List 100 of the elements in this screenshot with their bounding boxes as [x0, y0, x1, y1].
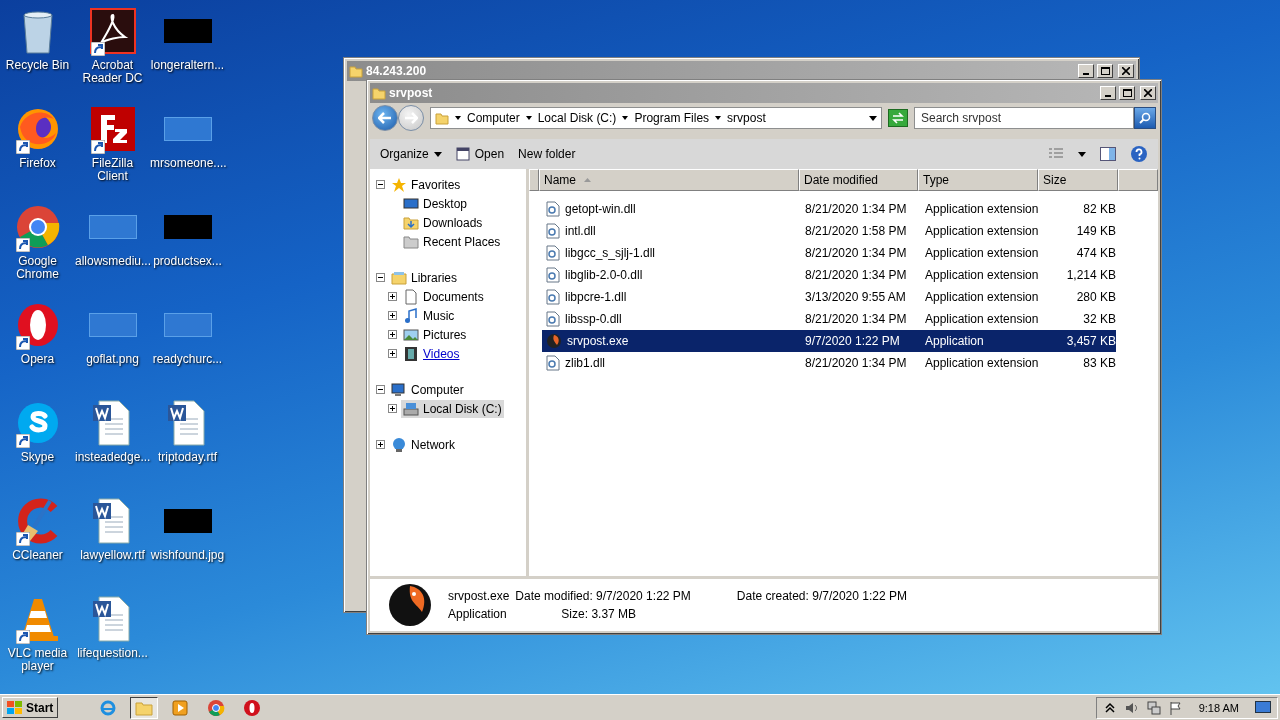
- search-field[interactable]: Search srvpost: [914, 107, 1134, 129]
- desktop-icon-label[interactable]: triptoday.rtf: [150, 451, 225, 464]
- expand-icon[interactable]: [388, 330, 397, 339]
- address-bar[interactable]: Computer Local Disk (C:) Program Files srvpost: [430, 107, 882, 129]
- music-note-icon: [403, 307, 419, 324]
- desktop-icon-label[interactable]: readychurc...: [150, 353, 225, 366]
- desktop-icon-label[interactable]: mrsomeone....: [150, 157, 225, 170]
- flag-icon[interactable]: [1168, 700, 1183, 715]
- file-type: Application: [448, 607, 508, 621]
- nav-item[interactable]: Computer: [389, 380, 466, 399]
- thumbnail-image: [88, 313, 137, 337]
- maximize-button[interactable]: [1119, 86, 1135, 100]
- forward-button[interactable]: [398, 105, 424, 131]
- expand-icon[interactable]: [388, 311, 397, 320]
- nav-item[interactable]: Favorites: [389, 175, 463, 194]
- network-icon[interactable]: [1146, 700, 1161, 715]
- file-row[interactable]: libpcre-1.dll 3/13/2020 9:55 AM Application extension 280 KB: [542, 286, 1116, 308]
- desktop-icon-label[interactable]: VLC media player: [0, 647, 75, 673]
- thumbnail-image: [163, 19, 212, 43]
- file-row[interactable]: libgcc_s_sjlj-1.dll 8/21/2020 1:34 PM Application extension 474 KB: [542, 242, 1116, 264]
- close-button[interactable]: [1118, 64, 1134, 78]
- desktop-icon-label[interactable]: Acrobat Reader DC: [75, 59, 150, 85]
- file-row[interactable]: intl.dll 8/21/2020 1:58 PM Application extension 149 KB: [542, 220, 1116, 242]
- folder-icon: [435, 111, 449, 125]
- file-row[interactable]: libssp-0.dll 8/21/2020 1:34 PM Application extension 32 KB: [542, 308, 1116, 330]
- back-button[interactable]: [372, 105, 398, 131]
- collapse-icon[interactable]: [376, 385, 385, 394]
- nav-item[interactable]: Downloads: [401, 213, 485, 232]
- desktop-icon-label[interactable]: wishfound.jpg: [150, 549, 225, 562]
- file-row[interactable]: zlib1.dll 8/21/2020 1:34 PM Application extension 83 KB: [542, 352, 1116, 374]
- desktop-icon-label[interactable]: Skype: [0, 451, 75, 464]
- refresh-icon[interactable]: [888, 109, 908, 127]
- desktop-icon-label[interactable]: goflat.png: [75, 353, 150, 366]
- picture-icon: [403, 326, 419, 343]
- file-size: Size: 3.37 MB: [560, 607, 638, 621]
- desktop-icon-label[interactable]: lifequestion...: [75, 647, 150, 660]
- column-header[interactable]: Date modified: [799, 169, 918, 191]
- maximize-icon: [1100, 67, 1110, 75]
- preview-pane-icon[interactable]: [1100, 147, 1116, 161]
- toolbar-button[interactable]: Organize: [380, 145, 442, 163]
- collapse-icon[interactable]: [376, 273, 385, 282]
- breadcrumb[interactable]: Local Disk (C:): [537, 111, 617, 125]
- expand-icon[interactable]: [376, 440, 385, 449]
- desktop-icon-label[interactable]: FileZilla Client: [75, 157, 150, 183]
- breadcrumb[interactable]: Program Files: [634, 111, 710, 125]
- help-icon[interactable]: [1130, 145, 1148, 163]
- desktop-icon-label[interactable]: insteadedge...: [75, 451, 150, 464]
- folder-icon: [403, 214, 419, 231]
- nav-item[interactable]: Pictures: [401, 325, 469, 344]
- collapse-icon[interactable]: [376, 180, 385, 189]
- toolbar-button[interactable]: Open: [455, 145, 505, 163]
- thumbnail-image: [163, 215, 212, 239]
- nav-item[interactable]: Local Disk (C:): [401, 399, 504, 418]
- expand-icon[interactable]: [388, 292, 397, 301]
- breadcrumb[interactable]: srvpost: [727, 111, 766, 125]
- date-modified-label: Date modified: 9/7/2020 1:22 PM: [515, 589, 691, 603]
- close-button[interactable]: [1140, 86, 1156, 100]
- minimize-button[interactable]: [1078, 64, 1094, 78]
- column-header[interactable]: Name: [539, 169, 799, 191]
- desktop-icon-label[interactable]: Google Chrome: [0, 255, 75, 281]
- file-row[interactable]: srvpost.exe 9/7/2020 1:22 PM Application 3,457 KB: [542, 330, 1116, 352]
- desktop-icon-label[interactable]: longeraltern...: [150, 59, 225, 72]
- nav-item[interactable]: Desktop: [401, 194, 470, 213]
- maximize-button[interactable]: [1097, 64, 1113, 78]
- speaker-icon[interactable]: [1124, 700, 1139, 715]
- nav-item[interactable]: Recent Places: [401, 232, 503, 251]
- dll-file-icon: [546, 201, 560, 217]
- nav-item[interactable]: Documents: [401, 287, 486, 306]
- thumbnail-image: [163, 117, 212, 141]
- start-button[interactable]: Start: [2, 697, 59, 718]
- desktop-icon-label[interactable]: productsex...: [150, 255, 225, 268]
- taskbar-button[interactable]: [130, 696, 159, 719]
- expand-icon[interactable]: [388, 404, 397, 413]
- nav-item[interactable]: Libraries: [389, 268, 460, 287]
- toolbar-button[interactable]: New folder: [518, 145, 576, 163]
- network-icon: [391, 436, 407, 453]
- clock[interactable]: 9:18 AM: [1190, 701, 1247, 714]
- file-row[interactable]: libglib-2.0-0.dll 8/21/2020 1:34 PM Application extension 1,214 KB: [542, 264, 1116, 286]
- minimize-button[interactable]: [1100, 86, 1116, 100]
- desktop-icon-label[interactable]: CCleaner: [0, 549, 75, 562]
- expand-icon[interactable]: [388, 349, 397, 358]
- caret-icon: [715, 116, 722, 120]
- desktop-icon-label[interactable]: Recycle Bin: [0, 59, 75, 72]
- caret-icon[interactable]: [1078, 151, 1086, 157]
- breadcrumb[interactable]: Computer: [467, 111, 520, 125]
- search-button[interactable]: [1134, 107, 1156, 129]
- desktop-icon-label[interactable]: Firefox: [0, 157, 75, 170]
- maximize-icon: [1122, 89, 1132, 97]
- desktop-icon-label[interactable]: lawyellow.rtf: [75, 549, 150, 562]
- nav-item[interactable]: Music: [401, 306, 457, 325]
- column-header[interactable]: Type: [918, 169, 1038, 191]
- star-icon: [391, 176, 407, 193]
- desktop-icon-label[interactable]: allowsmediu...: [75, 255, 150, 268]
- nav-item[interactable]: Videos: [401, 344, 462, 363]
- show-desktop-icon[interactable]: [1255, 700, 1271, 715]
- dropdown-caret-icon[interactable]: [869, 115, 877, 121]
- nav-item[interactable]: Network: [389, 435, 457, 454]
- file-row[interactable]: getopt-win.dll 8/21/2020 1:34 PM Application extension 82 KB: [542, 198, 1116, 220]
- column-header[interactable]: Size: [1038, 169, 1118, 191]
- desktop-icon-label[interactable]: Opera: [0, 353, 75, 366]
